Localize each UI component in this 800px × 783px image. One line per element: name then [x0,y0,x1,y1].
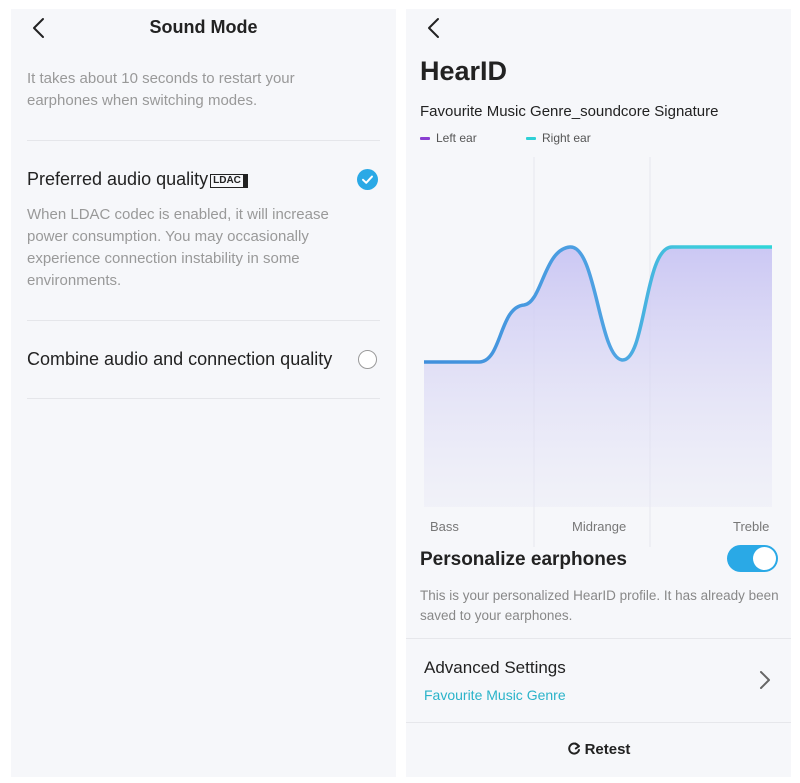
divider [27,320,380,321]
hearid-screen: HearID Favourite Music Genre_soundcore S… [406,9,791,777]
radio-unchecked-icon[interactable] [358,350,377,369]
advanced-settings-row[interactable]: Advanced Settings Favourite Music Genre [406,649,791,721]
personalize-title: Personalize earphones [420,549,627,570]
legend-right-ear: Right ear [526,131,591,145]
legend-label: Right ear [542,131,591,145]
advanced-settings-title: Advanced Settings [424,658,566,677]
legend-label: Left ear [436,131,477,145]
advanced-settings-subtitle: Favourite Music Genre [424,687,566,703]
page-title: Sound Mode [149,17,258,37]
x-tick-label: Midrange [572,519,627,534]
restart-notice: It takes about 10 seconds to restart you… [27,70,295,109]
eq-fill-area [424,246,772,507]
ldac-warning: When LDAC codec is enabled, it will incr… [27,206,329,289]
retest-button[interactable]: Retest [406,741,791,758]
eq-curve-chart [424,157,772,547]
legend-swatch [526,136,536,140]
x-tick-label: Treble [733,519,770,534]
divider [406,722,791,723]
retest-label: Retest [584,741,631,758]
page-title: HearID [420,56,508,86]
genre-label: Favourite Music Genre_soundcore Signatur… [420,103,719,120]
divider [27,398,380,399]
sound-mode-screen: Sound Mode It takes about 10 seconds to … [11,9,396,777]
x-tick-label: Bass [430,519,459,534]
radio-checked-icon[interactable] [357,169,378,190]
option-combine-quality[interactable]: Combine audio and connection quality [27,349,332,370]
legend-swatch [420,136,430,140]
chevron-right-icon [760,671,770,689]
option-label: Combine audio and connection quality [27,349,333,369]
divider [406,638,791,639]
option-label: Preferred audio quality [27,169,209,189]
option-preferred-audio-quality[interactable]: Preferred audio quality LDAC [27,169,248,190]
toggle-knob [753,547,776,570]
personalize-description: This is your personalized HearID profile… [420,588,779,623]
ldac-badge: LDAC [210,174,248,188]
divider [27,140,380,141]
back-icon[interactable] [420,13,450,43]
personalize-toggle[interactable] [727,545,778,572]
refresh-icon [567,742,580,755]
legend-left-ear: Left ear [420,131,477,145]
